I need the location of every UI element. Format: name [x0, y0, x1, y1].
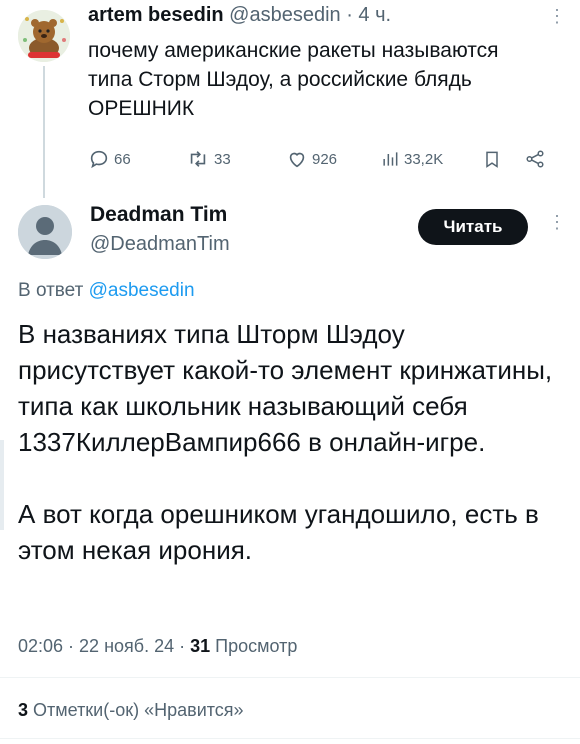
scroll-edge: [0, 440, 4, 530]
reply-icon: [90, 150, 108, 169]
tweet-time[interactable]: · 4 ч.: [346, 4, 391, 26]
avatar[interactable]: [18, 205, 72, 259]
views-icon: [383, 152, 398, 166]
like-count: 926: [312, 150, 338, 168]
views-action[interactable]: 33,2K: [380, 146, 443, 172]
reply-author-handle[interactable]: @DeadmanTim: [90, 233, 230, 256]
reply-to-line: В ответ @asbesedin: [18, 280, 195, 302]
reply-action[interactable]: 66: [88, 146, 131, 172]
views-count: 33,2K: [404, 150, 444, 168]
divider: [0, 677, 580, 678]
reply-count: 66: [114, 150, 131, 168]
more-icon[interactable]: ⋮: [548, 6, 566, 27]
reply-tweet-text: В названиях типа Шторм Шэдоу присутствуе…: [18, 319, 553, 565]
tweet-meta: 02:06 · 22 нояб. 24 · 31 Просмотр: [18, 636, 297, 657]
avatar[interactable]: [18, 10, 70, 62]
likes-label: Отметки(-ок) «Нравится»: [33, 700, 244, 720]
like-icon: [289, 152, 305, 168]
likes-count: 3: [18, 700, 29, 720]
share-icon: [526, 150, 544, 168]
author-name[interactable]: artem besedin: [88, 4, 224, 26]
thread-line: [43, 66, 45, 198]
reply-author-name[interactable]: Deadman Tim: [90, 203, 227, 227]
bookmark-action[interactable]: [482, 146, 502, 172]
tweet-timestamp[interactable]: 02:06 · 22 нояб. 24 ·: [18, 636, 185, 656]
likes-line[interactable]: 3 Отметки(-ок) «Нравится»: [18, 700, 244, 721]
follow-button[interactable]: Читать: [418, 209, 528, 245]
parent-tweet-text: почему американские ракеты называются ти…: [88, 39, 499, 120]
like-action[interactable]: 926: [286, 146, 337, 172]
author-handle[interactable]: @asbesedin: [229, 4, 340, 26]
bookmark-icon: [486, 151, 498, 168]
default-avatar-icon: [18, 205, 72, 259]
reply-to-prefix: В ответ: [18, 280, 84, 301]
share-action[interactable]: [524, 146, 546, 172]
retweet-action[interactable]: 33: [186, 146, 231, 172]
divider: [0, 738, 580, 739]
views-count: 31: [190, 636, 211, 656]
avatar-image: [18, 10, 70, 62]
parent-author-line: artem besedin @asbesedin · 4 ч.: [88, 4, 391, 27]
views-label: Просмотр: [215, 636, 298, 656]
more-icon[interactable]: ⋮: [548, 212, 566, 233]
retweet-icon: [190, 151, 206, 167]
parent-actions: 66 33 926 33,2K: [88, 146, 558, 172]
reply-to-mention[interactable]: @asbesedin: [89, 280, 195, 301]
retweet-count: 33: [214, 150, 231, 168]
